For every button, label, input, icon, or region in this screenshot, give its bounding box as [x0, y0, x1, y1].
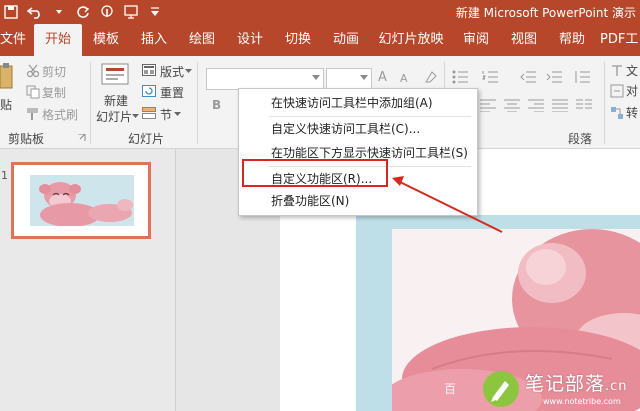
watermark-url: www.notetribe.com [543, 397, 621, 406]
annotation-arrow [392, 176, 503, 233]
notetribe-logo-icon [483, 371, 519, 407]
watermark-left-text: 百 [444, 382, 457, 396]
watermark-title-main: 笔记部落 [525, 373, 606, 395]
watermark: 笔记部落.cn www.notetribe.com [483, 369, 640, 411]
watermark-title-suffix: .cn [605, 379, 628, 394]
watermark-title: 笔记部落.cn [525, 369, 628, 396]
